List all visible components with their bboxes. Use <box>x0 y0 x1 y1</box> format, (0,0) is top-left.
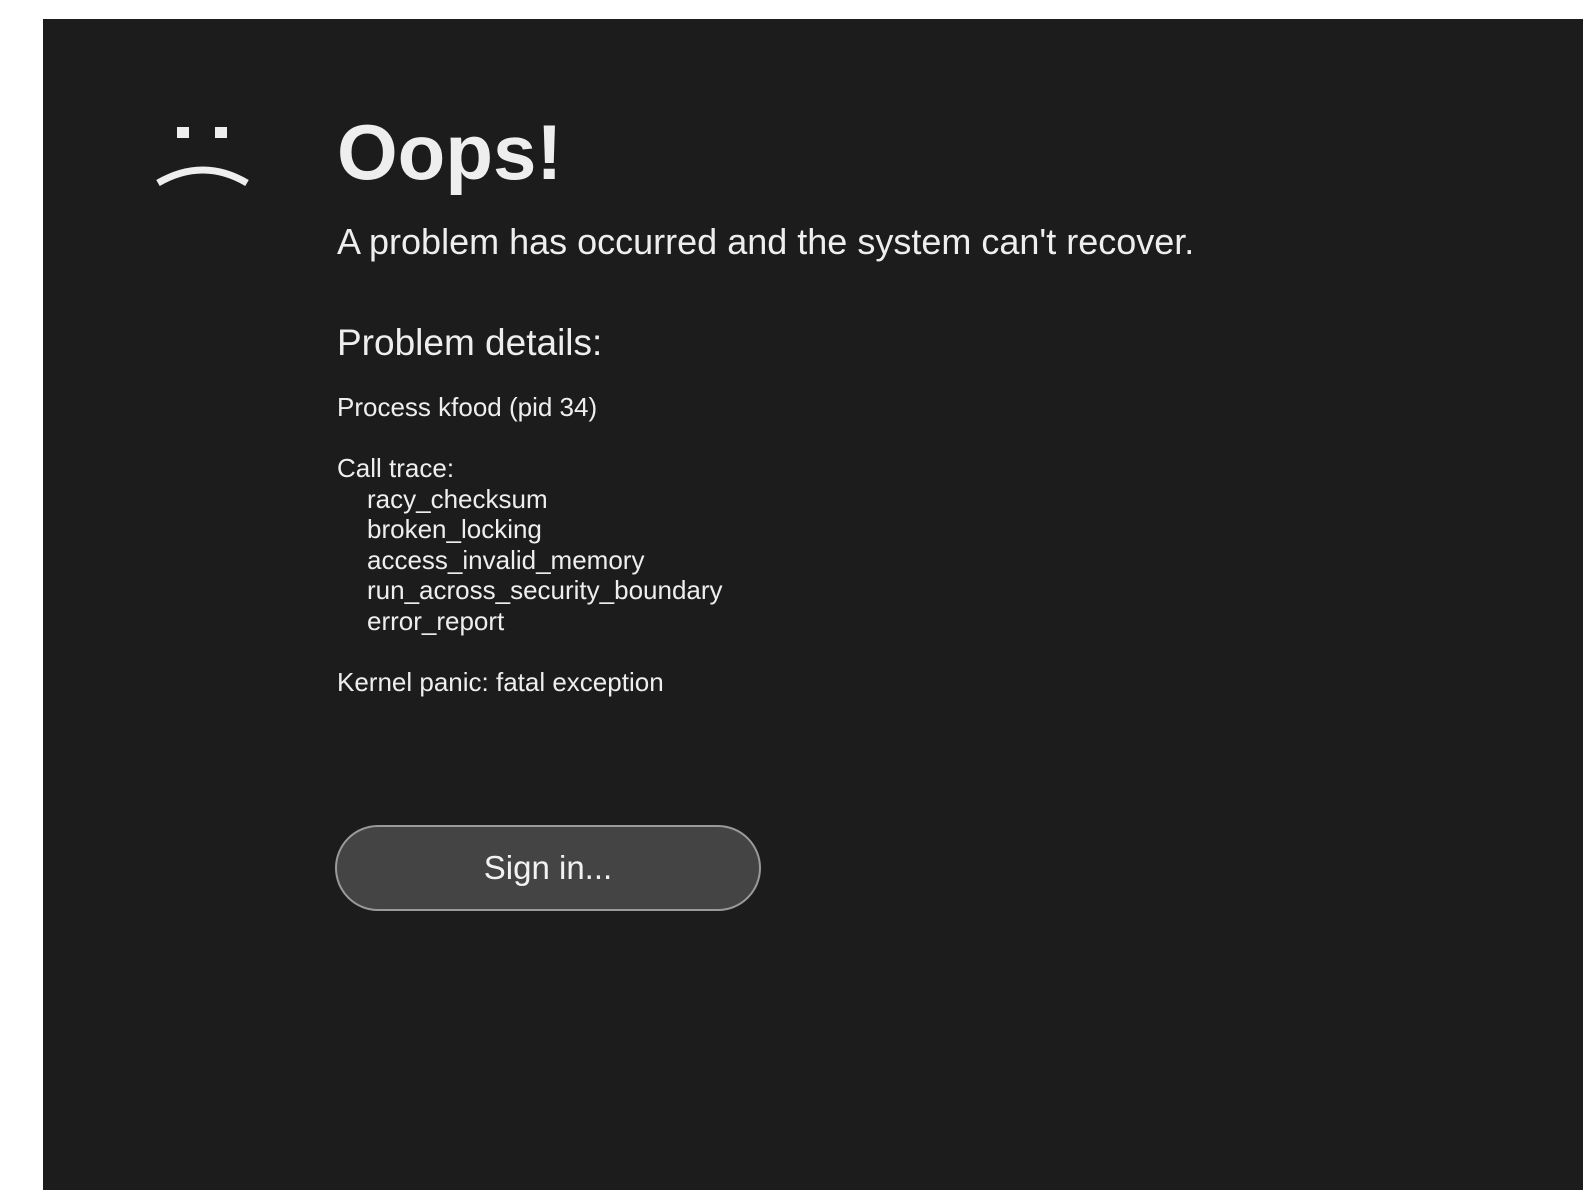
call-trace-frame: broken_locking <box>367 514 542 544</box>
crash-screen: Oops! A problem has occurred and the sys… <box>43 19 1583 1190</box>
process-line: Process kfood (pid 34) <box>337 392 598 422</box>
call-trace-frame: error_report <box>367 605 505 636</box>
sign-in-button[interactable]: Sign in... <box>335 825 761 911</box>
call-trace-frame: run_across_security_boundary <box>367 575 723 605</box>
call-trace-label: Call trace: <box>337 453 455 483</box>
sad-face-icon <box>156 127 249 187</box>
details-heading: Problem details: <box>337 322 603 363</box>
error-message: A problem has occurred and the system ca… <box>337 221 1195 262</box>
problem-details: Process kfood (pid 34) Call trace: racy_… <box>337 392 723 697</box>
kernel-panic-line: Kernel panic: fatal exception <box>337 666 664 697</box>
call-trace-frame: access_invalid_memory <box>367 544 645 575</box>
call-trace-frame: racy_checksum <box>367 483 548 514</box>
error-title: Oops! <box>337 108 563 196</box>
